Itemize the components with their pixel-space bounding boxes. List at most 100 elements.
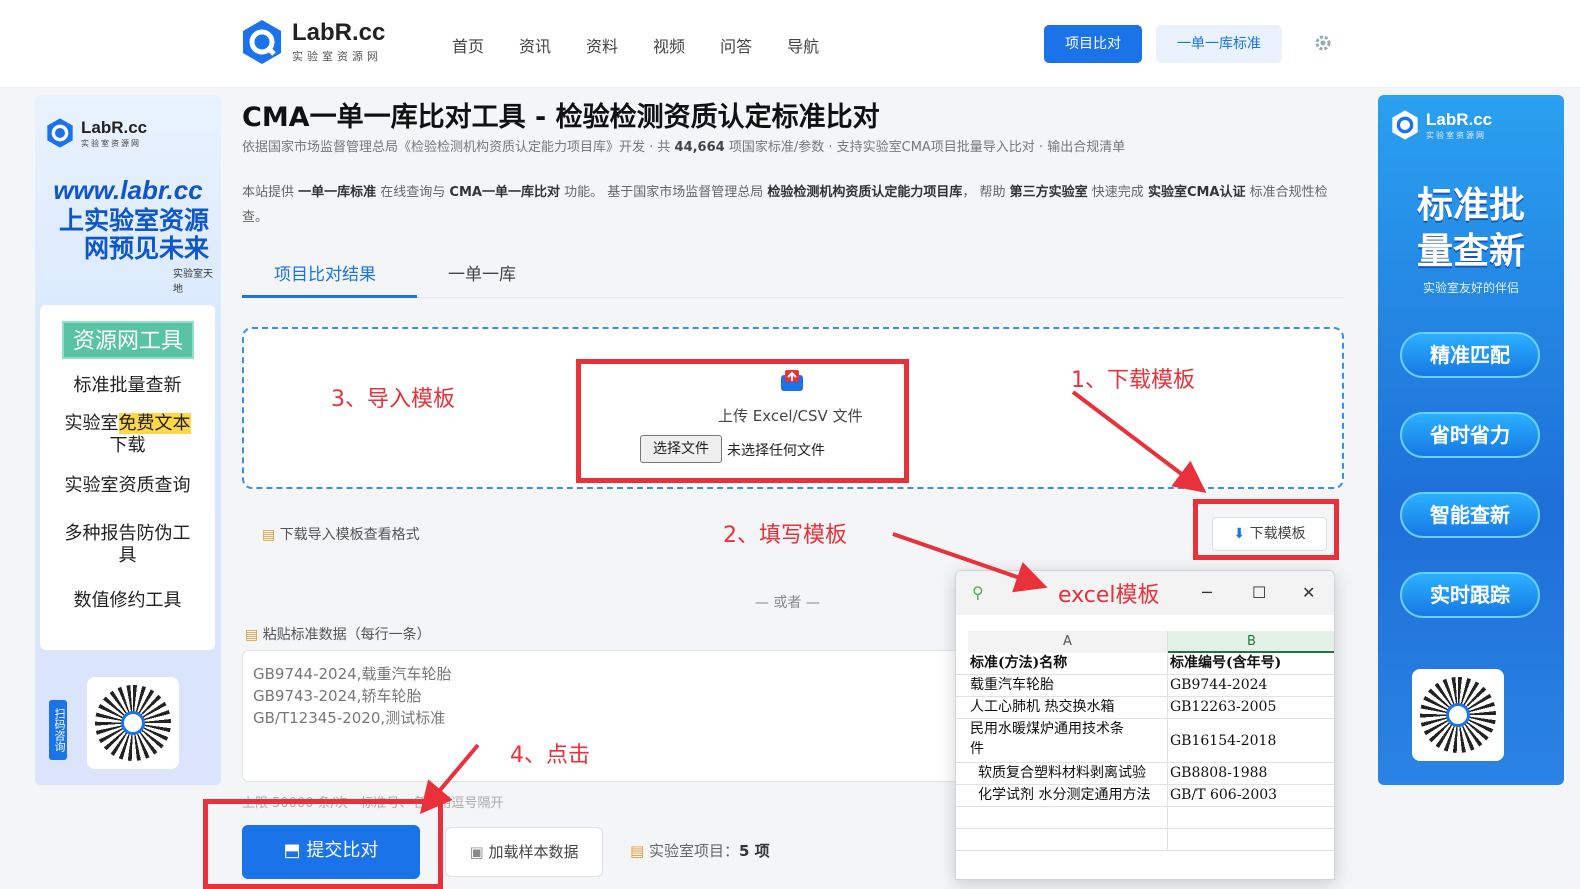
pin-icon[interactable]: ⚲ (972, 583, 984, 602)
tool-anti-counterfeit[interactable]: 多种报告防伪工具 (50, 523, 205, 567)
left-ad-tag: 实验室天地 (173, 269, 213, 295)
tool-lab-qualification[interactable]: 实验室资质查询 (50, 475, 205, 497)
logo-subtitle: 实验室资源网 (292, 50, 382, 63)
excel-cell-b[interactable]: GB16154-2018 (1168, 719, 1334, 763)
excel-cell-a-line2: 件 (970, 741, 984, 757)
annotation-step4: 4、点击 (510, 743, 590, 768)
tool-free-download[interactable]: 实验室免费文本 下载 (50, 413, 205, 457)
left-ad-qr-code (87, 677, 179, 769)
excel-cell-b[interactable]: GB9744-2024 (1168, 675, 1334, 697)
left-ad-qr-label: 扫码咨询 (49, 700, 67, 760)
load-sample-label: 加载样本数据 (488, 843, 579, 861)
template-format-link[interactable]: ▤ 下载导入模板查看格式 (262, 524, 420, 544)
right-ad-smart-button[interactable]: 智能查新 (1400, 492, 1540, 538)
tool-anti-counterfeit-b: 具 (118, 545, 137, 566)
left-ad-logo: LabR.cc 实验室资源网 (45, 117, 147, 149)
desc-bold: 一单一库标准 (298, 185, 377, 200)
paste-line: GB9743-2024,轿车轮胎 (253, 687, 422, 705)
right-ad-banner[interactable]: LabR.cc 实验室资源网 标准批 量查新 实验室友好的伴侣 精准匹配 省时省力… (1378, 95, 1564, 785)
active-tab-indicator (242, 295, 417, 298)
box-icon: ▣ (469, 843, 484, 861)
excel-cell-b[interactable]: GB8808-1988 (1168, 763, 1334, 785)
desc-text: 快速完成 (1087, 185, 1148, 200)
or-divider: — 或者 — (755, 595, 820, 611)
site-header: LabR.cc 实验室资源网 首页 资讯 资料 视频 问答 导航 项目比对 一单… (0, 0, 1580, 88)
excel-empty-cell[interactable] (1168, 807, 1334, 829)
close-icon[interactable]: ✕ (1302, 583, 1315, 602)
desc-text: 功能。 基于国家市场监督管理总局 (559, 185, 768, 200)
excel-cell-a[interactable]: 软质复合塑料材料剥离试验 (956, 763, 1168, 785)
tool-rounding[interactable]: 数值修约工具 (50, 590, 205, 612)
logo-icon (240, 18, 284, 66)
excel-header-a[interactable]: 标准(方法)名称 (956, 653, 1168, 675)
desc-text: 在线查询与 (376, 185, 450, 200)
page-subtitle: 依据国家市场监督管理总局《检验检测机构资质认定能力项目库》开发 · 共 44,6… (242, 136, 1342, 155)
right-ad-tagline: 实验室友好的伴侣 (1422, 281, 1519, 295)
desc-text: 本站提供 (242, 185, 299, 200)
clipboard-icon: ▤ (262, 527, 276, 543)
nav-qa[interactable]: 问答 (720, 33, 752, 57)
logo-icon (1392, 110, 1418, 140)
excel-cell-a[interactable]: 载重汽车轮胎 (956, 675, 1168, 697)
right-ad-timesave-button[interactable]: 省时省力 (1400, 412, 1540, 458)
column-a-header[interactable]: A (968, 631, 1168, 653)
project-compare-button[interactable]: 项目比对 (1044, 25, 1142, 63)
left-ad-slogan: 上实验室资源 网预见未来 (49, 207, 209, 263)
excel-header-b[interactable]: 标准编号(含年号) (1168, 653, 1334, 675)
excel-empty-cell[interactable] (956, 829, 1168, 851)
excel-cell-a[interactable]: 化学试剂 水分测定通用方法 (956, 785, 1168, 807)
annotation-step3: 3、导入模板 (331, 387, 455, 412)
left-ad-banner[interactable]: LabR.cc 实验室资源网 www.labr.cc 上实验室资源 网预见未来 实… (35, 95, 221, 785)
left-ad-slogan-line1: 上实验室资源 (58, 206, 209, 235)
nav-video[interactable]: 视频 (653, 33, 685, 57)
excel-empty-cell[interactable] (1168, 829, 1334, 851)
left-ad-tools-panel: 资源网工具 标准批量查新 实验室免费文本 下载 实验室资质查询 多种报告防伪工具 … (40, 305, 215, 650)
right-ad-qr-code (1412, 669, 1504, 761)
standard-library-button[interactable]: 一单一库标准 (1156, 25, 1282, 63)
paste-textarea[interactable]: GB9744-2024,载重汽车轮胎 GB9743-2024,轿车轮胎 GB/T… (242, 650, 962, 782)
subtitle-post: 项国家标准/参数 · 支持实验室CMA项目批量导入比对 · 输出合规清单 (724, 140, 1126, 155)
clipboard-icon: ▤ (630, 842, 645, 860)
subtitle-pre: 依据国家市场监督管理总局《检验检测机构资质认定能力项目库》开发 · 共 (242, 140, 675, 155)
nav-news[interactable]: 资讯 (519, 33, 551, 57)
maximize-icon[interactable]: ☐ (1252, 583, 1266, 602)
desc-bold: CMA一单一库比对 (449, 185, 560, 200)
logo-name: LabR.cc (292, 19, 386, 46)
left-ad-logo-sub: 实验室资源网 (81, 138, 141, 148)
annotation-box-upload (576, 359, 909, 483)
site-logo[interactable]: LabR.cc 实验室资源网 (240, 18, 385, 66)
nav-docs[interactable]: 资料 (586, 33, 618, 57)
desc-bold: 实验室CMA认证 (1147, 185, 1246, 200)
excel-template-window[interactable]: ⚲ excel模板 ─ ☐ ✕ A B 标准(方法)名称 标准编号(含年号) 载… (955, 570, 1335, 880)
tool-standard-check[interactable]: 标准批量查新 (50, 375, 205, 397)
nav-home[interactable]: 首页 (452, 33, 484, 57)
paste-line: GB/T12345-2020,测试标准 (253, 709, 446, 727)
main-nav: 首页 资讯 资料 视频 问答 导航 (452, 33, 819, 57)
tool-free-download-c: 下载 (109, 435, 146, 456)
excel-cell-b[interactable]: GB12263-2005 (1168, 697, 1334, 719)
annotation-box-download (1193, 499, 1339, 560)
page-title: CMA一单一库比对工具 - 检验检测资质认定标准比对 (242, 102, 880, 133)
tab-standard-library[interactable]: 一单一库 (448, 260, 516, 285)
gear-icon[interactable] (1314, 34, 1332, 52)
excel-cell-b[interactable]: GB/T 606-2003 (1168, 785, 1334, 807)
lab-item-count: ▤ 实验室项目：5 项 (630, 840, 770, 861)
right-ad-track-button[interactable]: 实时跟踪 (1400, 572, 1540, 618)
excel-cell-a[interactable]: 人工心肺机 热交换水箱 (956, 697, 1168, 719)
tool-free-download-a: 实验室 (64, 413, 119, 434)
excel-window-title: excel模板 (1058, 583, 1160, 608)
left-ad-logo-name: LabR.cc (81, 117, 148, 137)
minimize-icon[interactable]: ─ (1202, 583, 1212, 602)
nav-guide[interactable]: 导航 (787, 33, 819, 57)
desc-bold: 检验检测机构资质认定能力项目库 (767, 185, 963, 200)
excel-cell-a-line1: 民用水暖煤炉通用技术条 (970, 721, 1124, 737)
column-b-header[interactable]: B (1168, 631, 1334, 653)
tool-anti-counterfeit-a: 多种报告防伪工 (64, 523, 191, 544)
tab-compare-results[interactable]: 项目比对结果 (274, 260, 376, 285)
clipboard-icon: ▤ (245, 627, 259, 643)
right-ad-precise-button[interactable]: 精准匹配 (1400, 332, 1540, 378)
excel-empty-cell[interactable] (956, 807, 1168, 829)
load-sample-button[interactable]: ▣ 加载样本数据 (445, 827, 603, 877)
excel-cell-a[interactable]: 民用水暖煤炉通用技术条件 (956, 719, 1168, 763)
left-ad-url: www.labr.cc (53, 175, 203, 205)
